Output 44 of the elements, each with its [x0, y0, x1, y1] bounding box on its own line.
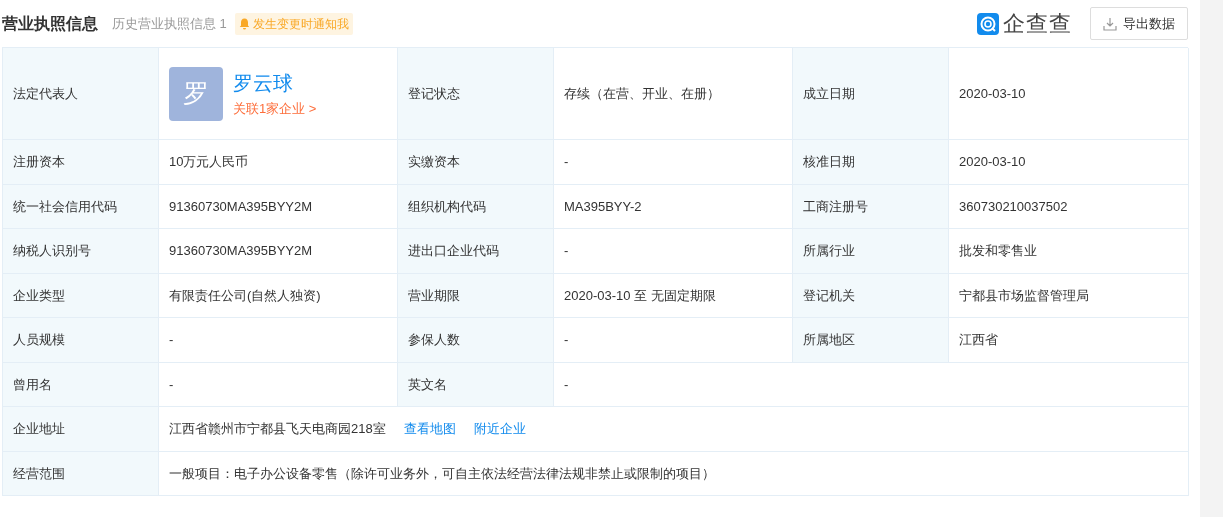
value-cell: 2020-03-10	[949, 48, 1189, 140]
value-cell: 宁都县市场监督管理局	[949, 273, 1189, 318]
bell-icon	[238, 17, 250, 30]
label-cell: 营业期限	[398, 273, 554, 318]
label-cell: 经营范围	[3, 451, 159, 496]
address-link[interactable]: 查看地图	[403, 419, 456, 439]
history-link[interactable]: 历史营业执照信息 1	[112, 13, 227, 34]
value-cell: 一般项目：电子办公设备零售（除许可业务外，可自主依法经营法律法规非禁止或限制的项目）	[159, 451, 1189, 496]
person-name-link[interactable]: 罗云球	[233, 68, 317, 97]
label-cell: 人员规模	[3, 318, 159, 363]
label-cell: 统一社会信用代码	[3, 184, 159, 229]
label-cell: 核准日期	[793, 140, 949, 185]
label-cell: 所属行业	[793, 229, 949, 274]
label-cell: 法定代表人	[3, 48, 159, 140]
label-cell: 纳税人识别号	[3, 229, 159, 274]
label-cell: 登记机关	[793, 273, 949, 318]
label-cell: 登记状态	[398, 48, 554, 140]
label-cell: 注册资本	[3, 140, 159, 185]
label-cell: 参保人数	[398, 318, 554, 363]
label-cell: 实缴资本	[398, 140, 554, 185]
label-cell: 企业地址	[3, 407, 159, 452]
section-title: 营业执照信息	[2, 13, 98, 34]
label-cell: 企业类型	[3, 273, 159, 318]
label-cell: 进出口企业代码	[398, 229, 554, 274]
logo-text: 企查查	[1003, 10, 1072, 38]
notify-button[interactable]: 发生变更时通知我	[234, 12, 353, 35]
logo-icon	[977, 12, 999, 35]
avatar: 罗	[169, 66, 223, 121]
export-button[interactable]: 导出数据	[1090, 7, 1188, 40]
label-cell: 工商注册号	[793, 184, 949, 229]
value-cell: 360730210037502	[949, 184, 1189, 229]
label-cell: 曾用名	[3, 362, 159, 407]
value-cell: -	[554, 362, 1189, 407]
download-icon	[1103, 16, 1117, 31]
label-cell: 所属地区	[793, 318, 949, 363]
value-cell: 批发和零售业	[949, 229, 1189, 274]
address-link[interactable]: 附近企业	[473, 419, 526, 439]
related-companies-link[interactable]: 关联1家企业 >	[233, 98, 317, 119]
label-cell: 组织机构代码	[398, 184, 554, 229]
value-cell: 江西省	[949, 318, 1189, 363]
address-text: 江西省赣州市宁都县飞天电商园218室	[169, 420, 386, 438]
label-cell: 英文名	[398, 362, 554, 407]
label-cell: 成立日期	[793, 48, 949, 140]
value-cell: 2020-03-10	[949, 140, 1189, 185]
